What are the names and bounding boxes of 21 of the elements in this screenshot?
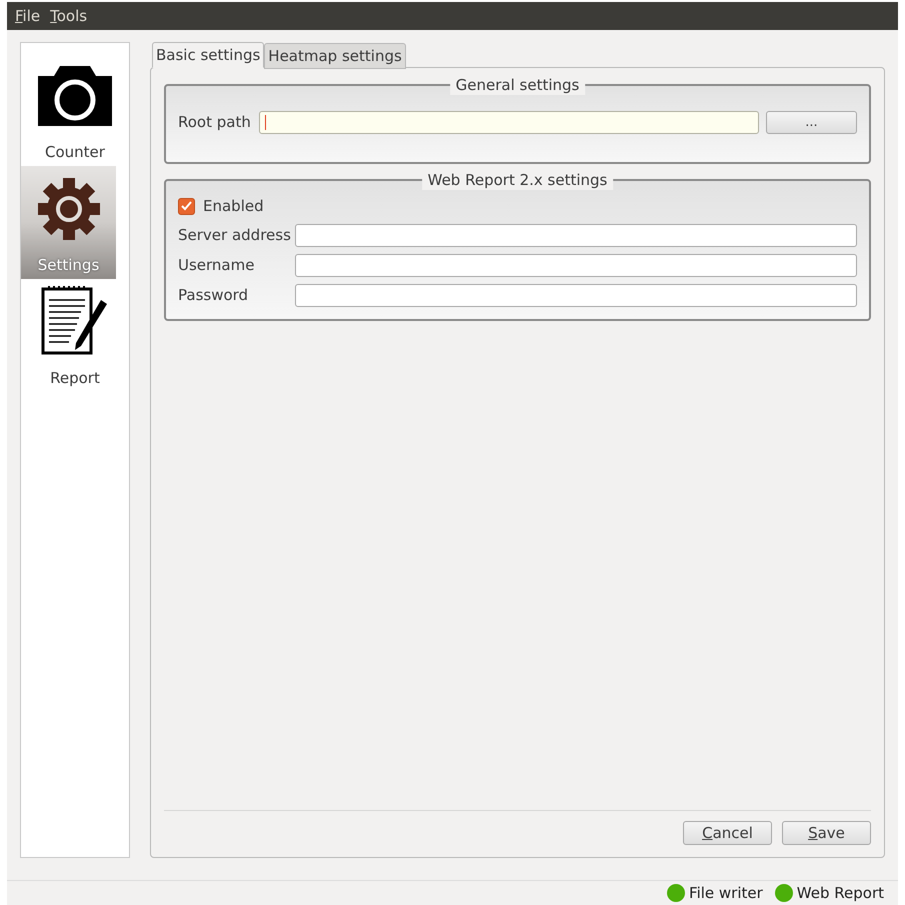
sidebar-item[interactable]: Counter	[21, 53, 129, 166]
tab[interactable]: Heatmap settings	[264, 43, 406, 69]
browse-button[interactable]: ...	[766, 111, 857, 134]
input-field[interactable]	[295, 224, 857, 246]
dialog-button[interactable]: Save	[782, 821, 871, 845]
sidebar-item[interactable]: Report	[21, 279, 129, 392]
dialog-button[interactable]: Cancel	[683, 821, 772, 845]
field-label: Server address	[178, 224, 292, 246]
input-field[interactable]	[295, 284, 857, 306]
status-label: Web Report	[796, 882, 884, 904]
checkbox-label: Enabled	[203, 196, 264, 217]
input-field[interactable]	[295, 254, 857, 276]
field-label: Root path	[178, 112, 251, 134]
tab[interactable]: Basic settings	[152, 42, 264, 68]
checkbox[interactable]	[178, 198, 195, 214]
menu-item[interactable]: Tools	[48, 4, 90, 28]
status-label: File writer	[689, 882, 763, 904]
field-label: Username	[178, 254, 256, 276]
field-label: Password	[178, 284, 250, 306]
menu-item[interactable]: File	[13, 4, 42, 28]
input-field[interactable]	[258, 111, 759, 134]
